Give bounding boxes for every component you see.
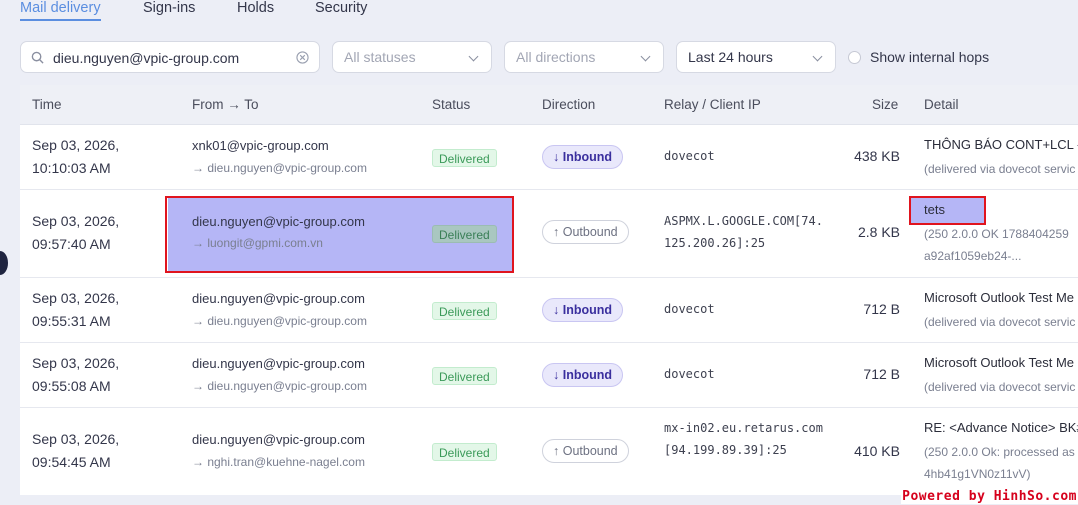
status-badge: Delivered <box>432 367 497 385</box>
row-detail-sub: (250 2.0.0 Ok: processed as <box>924 445 1075 459</box>
column-time[interactable]: Time <box>32 97 62 112</box>
tab-mail-delivery[interactable]: Mail delivery <box>20 0 101 22</box>
direction-badge: ↓ Inbound <box>542 145 624 169</box>
status-badge: Delivered <box>432 149 497 167</box>
row-time: Sep 03, 2026, 10:10:03 AM <box>32 134 119 180</box>
row-to: → dieu.nguyen@vpic-group.com <box>192 379 367 393</box>
row-relay: dovecot <box>664 367 715 381</box>
table-row[interactable]: Sep 03, 2026, 09:55:31 AM dieu.nguyen@vp… <box>20 278 1078 343</box>
row-time: Sep 03, 2026, 09:55:08 AM <box>32 352 119 398</box>
column-relay[interactable]: Relay / Client IP <box>664 97 761 112</box>
chevron-down-icon <box>640 51 651 62</box>
direction-select-value: All directions <box>516 49 596 65</box>
time-range-select-value: Last 24 hours <box>688 49 773 65</box>
column-direction[interactable]: Direction <box>542 97 595 112</box>
row-to: → nghi.tran@kuehne-nagel.com <box>192 455 365 469</box>
side-handle[interactable] <box>0 251 8 275</box>
time-range-select[interactable]: Last 24 hours <box>676 41 836 73</box>
tab-holds[interactable]: Holds <box>237 0 274 22</box>
tab-sign-ins[interactable]: Sign-ins <box>143 0 195 22</box>
row-date: Sep 03, 2026, <box>32 355 120 371</box>
direction-badge: ↑ Outbound <box>542 220 629 244</box>
annotation-box-from-to <box>165 196 514 273</box>
row-detail-title: RE: <Advance Notice> BK# <box>924 420 1078 435</box>
column-status[interactable]: Status <box>432 97 470 112</box>
row-from: dieu.nguyen@vpic-group.com <box>192 356 365 371</box>
row-clock: 09:55:08 AM <box>32 378 111 394</box>
internal-hops-toggle[interactable]: Show internal hops <box>848 47 989 67</box>
direction-badge: ↑ Outbound <box>542 439 629 463</box>
search-input[interactable] <box>53 48 293 68</box>
row-relay: dovecot <box>664 302 715 316</box>
tab-security[interactable]: Security <box>315 0 367 22</box>
status-badge: Delivered <box>432 443 497 461</box>
row-detail-sub: (delivered via dovecot servic <box>924 380 1076 394</box>
annotation-box-detail <box>909 196 986 225</box>
row-date: Sep 03, 2026, <box>32 137 120 153</box>
row-date: Sep 03, 2026, <box>32 213 120 229</box>
chevron-down-icon <box>468 51 479 62</box>
row-from: dieu.nguyen@vpic-group.com <box>192 432 365 447</box>
row-detail-title: THÔNG BÁO CONT+LCL - <box>924 137 1078 152</box>
clear-icon[interactable] <box>296 51 309 64</box>
row-time: Sep 03, 2026, 09:55:31 AM <box>32 287 119 333</box>
row-to: → dieu.nguyen@vpic-group.com <box>192 161 367 175</box>
status-select[interactable]: All statuses <box>332 41 492 73</box>
row-to: → dieu.nguyen@vpic-group.com <box>192 314 367 328</box>
search-box <box>20 41 320 73</box>
row-clock: 09:54:45 AM <box>32 454 111 470</box>
row-detail-sub: (delivered via dovecot servic <box>924 315 1076 329</box>
direction-badge: ↓ Inbound <box>542 363 624 387</box>
row-size: 712 B <box>863 301 900 317</box>
row-relay: dovecot <box>664 149 715 163</box>
row-from: dieu.nguyen@vpic-group.com <box>192 291 365 306</box>
watermark: Powered by HinhSo.com <box>901 489 1078 504</box>
column-from-to[interactable]: From → To <box>192 97 259 112</box>
mail-delivery-table: Time From → To Status Direction Relay / … <box>20 85 1078 495</box>
direction-badge: ↓ Inbound <box>542 298 624 322</box>
row-from: xnk01@vpic-group.com <box>192 138 329 153</box>
search-icon <box>31 51 44 64</box>
direction-select[interactable]: All directions <box>504 41 664 73</box>
chevron-down-icon <box>812 51 823 62</box>
row-size: 410 KB <box>854 443 900 459</box>
row-detail-sub: (delivered via dovecot servic <box>924 162 1076 176</box>
row-size: 438 KB <box>854 148 900 164</box>
column-detail[interactable]: Detail <box>924 97 959 112</box>
status-badge: Delivered <box>432 302 497 320</box>
row-detail-sub-2: a92af1059eb24-... <box>924 249 1022 263</box>
internal-hops-label: Show internal hops <box>870 49 990 65</box>
row-detail-title: Microsoft Outlook Test Me <box>924 355 1075 370</box>
row-time: Sep 03, 2026, 09:54:45 AM <box>32 428 119 474</box>
row-detail-sub: (250 2.0.0 OK 1788404259 <box>924 227 1069 241</box>
row-time: Sep 03, 2026, 09:57:40 AM <box>32 210 119 256</box>
row-relay: ASPMX.L.GOOGLE.COM[74.125.200.26]:25 <box>664 214 823 250</box>
internal-hops-radio[interactable] <box>848 50 861 64</box>
table-row[interactable]: Sep 03, 2026, 09:54:45 AM dieu.nguyen@vp… <box>20 408 1078 495</box>
row-detail-title: Microsoft Outlook Test Me <box>924 290 1075 305</box>
row-clock: 09:55:31 AM <box>32 313 111 329</box>
row-clock: 09:57:40 AM <box>32 236 111 252</box>
row-size: 2.8 KB <box>857 224 900 240</box>
column-size[interactable]: Size <box>872 97 898 112</box>
row-clock: 10:10:03 AM <box>32 160 111 176</box>
row-date: Sep 03, 2026, <box>32 431 120 447</box>
row-date: Sep 03, 2026, <box>32 290 120 306</box>
status-select-value: All statuses <box>344 49 416 65</box>
row-size: 712 B <box>863 366 900 382</box>
table-row[interactable]: Sep 03, 2026, 10:10:03 AM xnk01@vpic-gro… <box>20 125 1078 190</box>
table-row[interactable]: Sep 03, 2026, 09:55:08 AM dieu.nguyen@vp… <box>20 343 1078 408</box>
row-detail-sub-2: 4hb41g1VN0z11vV) <box>924 467 1031 481</box>
table-header: Time From → To Status Direction Relay / … <box>20 85 1078 125</box>
row-relay: mx-in02.eu.retarus.com[94.199.89.39]:25 <box>664 421 823 457</box>
tab-bar: Mail delivery Sign-ins Holds Security <box>0 0 1078 24</box>
